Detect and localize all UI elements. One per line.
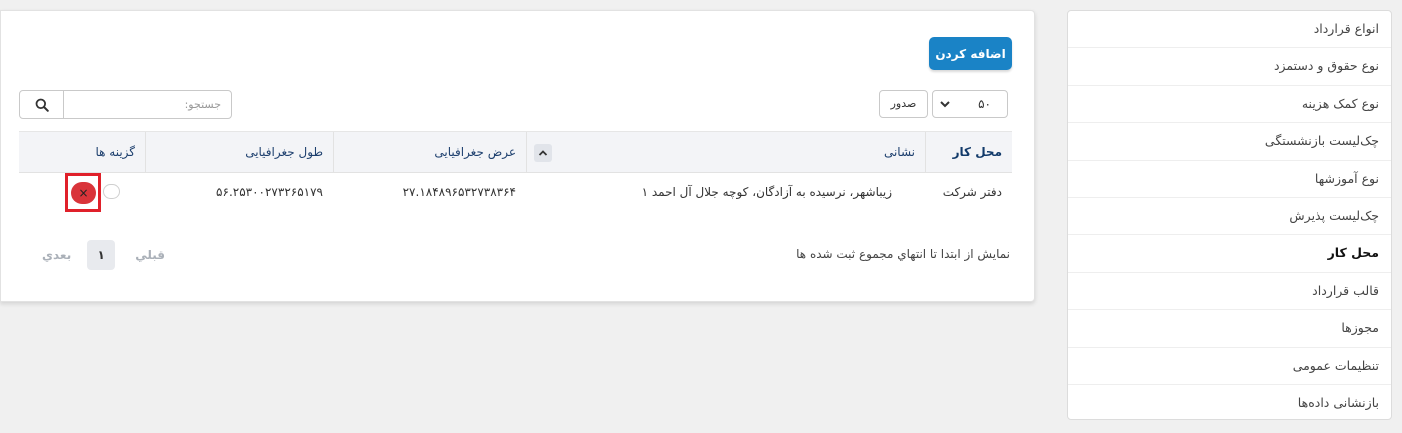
page-size-value: ۵۰ bbox=[978, 97, 991, 111]
prev-page-button[interactable]: قبلي bbox=[135, 248, 165, 262]
column-header-options: گزینه ها bbox=[95, 145, 135, 159]
search-input[interactable] bbox=[64, 91, 231, 118]
menu-item-contract-types[interactable]: انواع قرارداد bbox=[1068, 11, 1391, 49]
chevron-down-icon bbox=[940, 101, 950, 108]
cell-longitude: ۵۶.۲۵۳۰۰۲۷۳۲۶۵۱۷۹ bbox=[216, 185, 323, 199]
cell-latitude: ۲۷.۱۸۴۸۹۶۵۳۲۷۳۸۳۶۴ bbox=[402, 185, 516, 199]
search-box bbox=[19, 90, 232, 119]
settings-menu: انواع قرارداد نوع حقوق و دستمزد نوع کمک … bbox=[1067, 10, 1392, 420]
cell-workplace: دفتر شرکت bbox=[942, 185, 1002, 199]
search-icon bbox=[35, 98, 49, 112]
search-button[interactable] bbox=[20, 91, 64, 118]
next-page-button[interactable]: بعدي bbox=[42, 248, 71, 262]
menu-item-general-settings[interactable]: تنظیمات عمومی bbox=[1068, 348, 1391, 385]
menu-item-training-types[interactable]: نوع آموزشها bbox=[1068, 161, 1391, 198]
page-size-select[interactable]: ۵۰ bbox=[932, 90, 1008, 118]
cell-address: زیباشهر، نرسیده به آزادگان، کوچه جلال آل… bbox=[641, 185, 892, 199]
menu-item-allowance-types[interactable]: نوع کمک هزینه bbox=[1068, 86, 1391, 124]
add-button[interactable]: اضافه کردن bbox=[929, 37, 1012, 70]
pagination: بعدي ۱ قبلي bbox=[42, 240, 165, 270]
delete-highlight: × bbox=[65, 173, 101, 212]
menu-item-retirement-checklist[interactable]: چک‌لیست بازنشستگی bbox=[1068, 123, 1391, 161]
table-row: دفتر شرکت زیباشهر، نرسیده به آزادگان، کو… bbox=[19, 173, 1012, 212]
column-header-workplace[interactable]: محل کار bbox=[926, 132, 1012, 173]
table-info: نمایش از ابتدا تا انتهاي مجموع ثبت شده ه… bbox=[796, 247, 1010, 261]
delete-button[interactable]: × bbox=[71, 182, 96, 204]
column-header-address-label: نشانی bbox=[883, 145, 915, 159]
column-header-address[interactable]: نشانی bbox=[526, 132, 926, 173]
menu-item-reset-data[interactable]: بازنشانی داده‌ها bbox=[1068, 385, 1391, 422]
menu-item-workplace[interactable]: محل کار bbox=[1068, 235, 1391, 273]
menu-item-permissions[interactable]: مجوزها bbox=[1068, 310, 1391, 348]
workplace-card: اضافه کردن ۵۰ صدور محل کار نشانی bbox=[0, 10, 1035, 302]
menu-item-contract-template[interactable]: قالب قرارداد bbox=[1068, 273, 1391, 311]
menu-item-salary-types[interactable]: نوع حقوق و دستمزد bbox=[1068, 48, 1391, 86]
column-header-latitude[interactable]: عرض جغرافیایی bbox=[333, 132, 526, 173]
cell-options: × bbox=[19, 173, 145, 212]
sort-toggle[interactable] bbox=[534, 144, 552, 162]
table-header: محل کار نشانی عرض جغرافیایی طول جغرافیای… bbox=[19, 131, 1012, 173]
export-button[interactable]: صدور bbox=[879, 90, 928, 118]
chevron-up-icon bbox=[538, 150, 548, 156]
workplace-table: محل کار نشانی عرض جغرافیایی طول جغرافیای… bbox=[19, 131, 1012, 212]
page-1-button[interactable]: ۱ bbox=[87, 240, 116, 270]
edit-toggle[interactable] bbox=[103, 184, 120, 199]
column-header-longitude[interactable]: طول جغرافیایی bbox=[145, 132, 333, 173]
menu-item-onboarding-checklist[interactable]: چک‌لیست پذیرش bbox=[1068, 198, 1391, 236]
